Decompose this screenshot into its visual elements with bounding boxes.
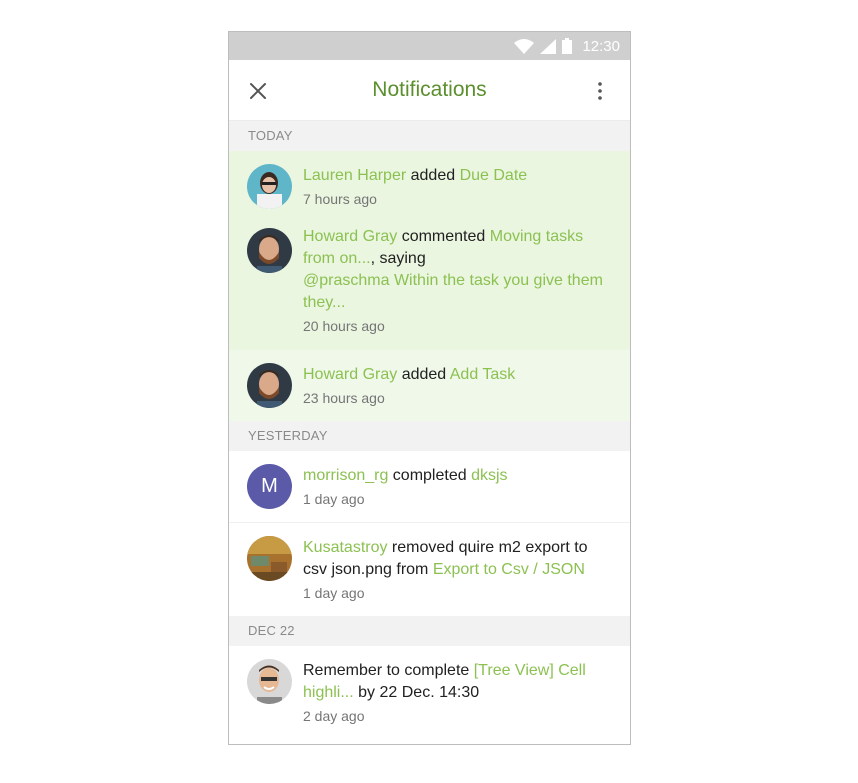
notification-item[interactable]: M morrison_rg completed dksjs 1 day ago (229, 451, 630, 523)
app-bar: Notifications (229, 60, 630, 121)
notification-time: 20 hours ago (303, 318, 385, 334)
phone-screen: 12:30 Notifications TODAY Lauren Harper … (228, 31, 631, 745)
notification-text: Kusatastroy removed quire m2 export to c… (303, 539, 588, 578)
target-link[interactable]: dksjs (471, 467, 507, 484)
notification-time: 1 day ago (303, 491, 365, 507)
notification-item[interactable]: Remember to complete [Tree View] Cell hi… (229, 646, 630, 739)
user-link[interactable]: Howard Gray (303, 228, 397, 245)
status-bar: 12:30 (229, 32, 630, 60)
avatar (247, 536, 292, 581)
user-link[interactable]: Howard Gray (303, 366, 397, 383)
user-link[interactable]: Lauren Harper (303, 167, 406, 184)
wifi-icon (514, 38, 535, 54)
status-icons: 12:30 (514, 32, 620, 60)
avatar (247, 659, 292, 704)
user-link[interactable]: Kusatastroy (303, 539, 387, 556)
section-header-dec22: DEC 22 (229, 616, 630, 646)
avatar (247, 363, 292, 408)
notification-text: morrison_rg completed dksjs (303, 467, 508, 484)
notification-item[interactable]: Howard Gray commented Moving tasks from … (229, 222, 630, 350)
user-link[interactable]: morrison_rg (303, 467, 388, 484)
avatar (247, 228, 292, 273)
notification-text: Lauren Harper added Due Date (303, 167, 528, 184)
comment-text[interactable]: @praschma Within the task you give them … (303, 272, 603, 311)
page-title: Notifications (372, 78, 487, 101)
notification-time: 7 hours ago (303, 191, 377, 207)
status-time: 12:30 (582, 37, 620, 55)
avatar: M (247, 464, 292, 509)
notification-time: 23 hours ago (303, 390, 385, 406)
signal-icon (540, 38, 557, 54)
battery-icon (562, 38, 573, 54)
avatar-letter: M (261, 475, 278, 497)
section-header-today: TODAY (229, 121, 630, 151)
target-link[interactable]: Export to Csv / JSON (433, 561, 585, 578)
notification-text: Howard Gray commented Moving tasks from … (303, 228, 603, 311)
notification-item[interactable]: Kusatastroy removed quire m2 export to c… (229, 523, 630, 616)
avatar (247, 164, 292, 209)
notification-item[interactable]: Lauren Harper added Due Date 7 hours ago (229, 151, 630, 222)
notification-text: Remember to complete [Tree View] Cell hi… (303, 662, 586, 701)
notification-item[interactable]: Howard Gray added Add Task 23 hours ago (229, 350, 630, 421)
notification-time: 2 day ago (303, 708, 365, 724)
target-link[interactable]: Due Date (460, 167, 528, 184)
more-vert-icon[interactable] (590, 81, 610, 101)
target-link[interactable]: Add Task (450, 366, 516, 383)
notification-text: Howard Gray added Add Task (303, 366, 516, 383)
section-header-yesterday: YESTERDAY (229, 421, 630, 451)
notification-time: 1 day ago (303, 585, 365, 601)
